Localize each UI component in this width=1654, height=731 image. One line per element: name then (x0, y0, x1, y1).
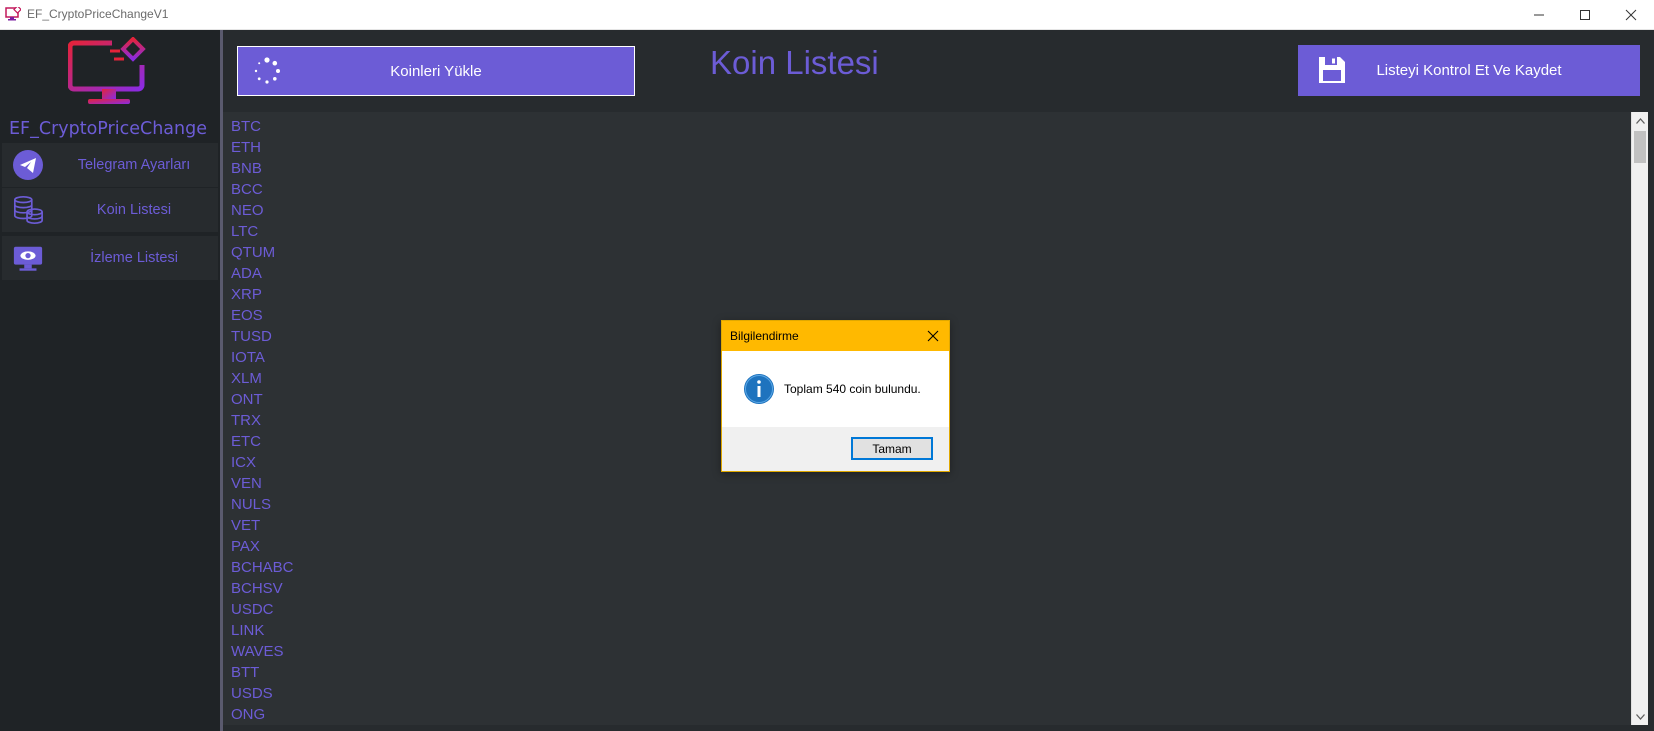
floppy-disk-icon (1319, 57, 1345, 83)
minimize-icon (1534, 14, 1544, 16)
list-item[interactable]: VEN (231, 473, 294, 494)
maximize-button[interactable] (1562, 0, 1608, 30)
info-dialog: Bilgilendirme Toplam 540 coin bulundu. T… (721, 320, 950, 472)
list-item[interactable]: BCHABC (231, 557, 294, 578)
coin-stack-icon (12, 194, 44, 226)
maximize-icon (1580, 10, 1590, 20)
list-item[interactable]: ETC (231, 431, 294, 452)
info-icon (744, 374, 774, 404)
ok-button[interactable]: Tamam (851, 437, 933, 460)
dialog-close-button[interactable] (921, 324, 945, 348)
list-item[interactable]: BCHSV (231, 578, 294, 599)
sidebar-item-coin-list[interactable]: Koin Listesi (2, 188, 218, 232)
list-item[interactable]: XLM (231, 368, 294, 389)
chevron-down-icon (1635, 713, 1645, 720)
close-icon (1625, 9, 1637, 21)
sidebar: EF_CryptoPriceChange Telegram Ayarları K… (0, 30, 222, 731)
list-item[interactable]: EOS (231, 305, 294, 326)
list-item[interactable]: IOTA (231, 347, 294, 368)
close-icon (927, 330, 939, 342)
vertical-scrollbar[interactable] (1631, 112, 1648, 725)
crypto-monitor-logo-icon (68, 37, 146, 104)
list-item[interactable]: ICX (231, 452, 294, 473)
app-window: EF_CryptoPriceChangeV1 EF_CryptoPriceCha… (0, 0, 1654, 731)
list-item[interactable]: BNB (231, 158, 294, 179)
sidebar-item-telegram[interactable]: Telegram Ayarları (2, 143, 218, 187)
list-item[interactable]: ONT (231, 389, 294, 410)
minimize-button[interactable] (1516, 0, 1562, 30)
load-coins-button[interactable]: Koinleri Yükle (237, 46, 635, 96)
list-item[interactable]: TRX (231, 410, 294, 431)
list-item[interactable]: ADA (231, 263, 294, 284)
save-list-button[interactable]: Listeyi Kontrol Et Ve Kaydet (1298, 45, 1640, 96)
loading-spinner-icon (254, 57, 280, 84)
header: Koinleri Yükle Koin Listesi Listeyi Kont… (223, 30, 1654, 108)
list-item[interactable]: ETH (231, 137, 294, 158)
dialog-body: Toplam 540 coin bulundu. (722, 351, 949, 427)
monitor-icon (5, 7, 21, 21)
sidebar-item-label: İzleme Listesi (90, 250, 178, 266)
list-item[interactable]: USDC (231, 599, 294, 620)
brand-name: EF_CryptoPriceChange (8, 119, 207, 139)
sidebar-item-label: Koin Listesi (96, 202, 172, 218)
page-title: Koin Listesi (710, 44, 879, 81)
list-item[interactable]: LTC (231, 221, 294, 242)
list-item[interactable]: QTUM (231, 242, 294, 263)
save-list-label: Listeyi Kontrol Et Ve Kaydet (1376, 62, 1562, 79)
list-item[interactable]: NEO (231, 200, 294, 221)
coin-list: BTC ETH BNB BCC NEO LTC QTUM ADA XRP EOS TUSD IOTA X… (231, 116, 294, 725)
list-item[interactable]: LINK (231, 620, 294, 641)
monitor-eye-icon (12, 242, 44, 274)
load-coins-label: Koinleri Yükle (390, 62, 482, 80)
scroll-down-button[interactable] (1632, 708, 1648, 725)
window-title: EF_CryptoPriceChangeV1 (27, 7, 169, 21)
dialog-title-bar: Bilgilendirme (722, 321, 949, 351)
list-item[interactable]: ONG (231, 704, 294, 725)
dialog-message: Toplam 540 coin bulundu. (784, 382, 921, 396)
list-item[interactable]: TUSD (231, 326, 294, 347)
close-button[interactable] (1608, 0, 1654, 30)
title-bar: EF_CryptoPriceChangeV1 (0, 0, 1654, 30)
sidebar-item-label: Telegram Ayarları (77, 157, 191, 173)
sidebar-item-watch-list[interactable]: İzleme Listesi (2, 236, 218, 280)
list-item[interactable]: XRP (231, 284, 294, 305)
list-item[interactable]: BTC (231, 116, 294, 137)
dialog-footer: Tamam (722, 427, 949, 471)
list-item[interactable]: WAVES (231, 641, 294, 662)
list-item[interactable]: PAX (231, 536, 294, 557)
telegram-icon (12, 149, 44, 181)
list-item[interactable]: VET (231, 515, 294, 536)
scroll-thumb[interactable] (1634, 131, 1646, 163)
dialog-title: Bilgilendirme (730, 329, 799, 343)
list-item[interactable]: USDS (231, 683, 294, 704)
list-item[interactable]: BTT (231, 662, 294, 683)
chevron-up-icon (1635, 117, 1645, 124)
scroll-up-button[interactable] (1632, 112, 1648, 129)
list-item[interactable]: NULS (231, 494, 294, 515)
list-item[interactable]: BCC (231, 179, 294, 200)
